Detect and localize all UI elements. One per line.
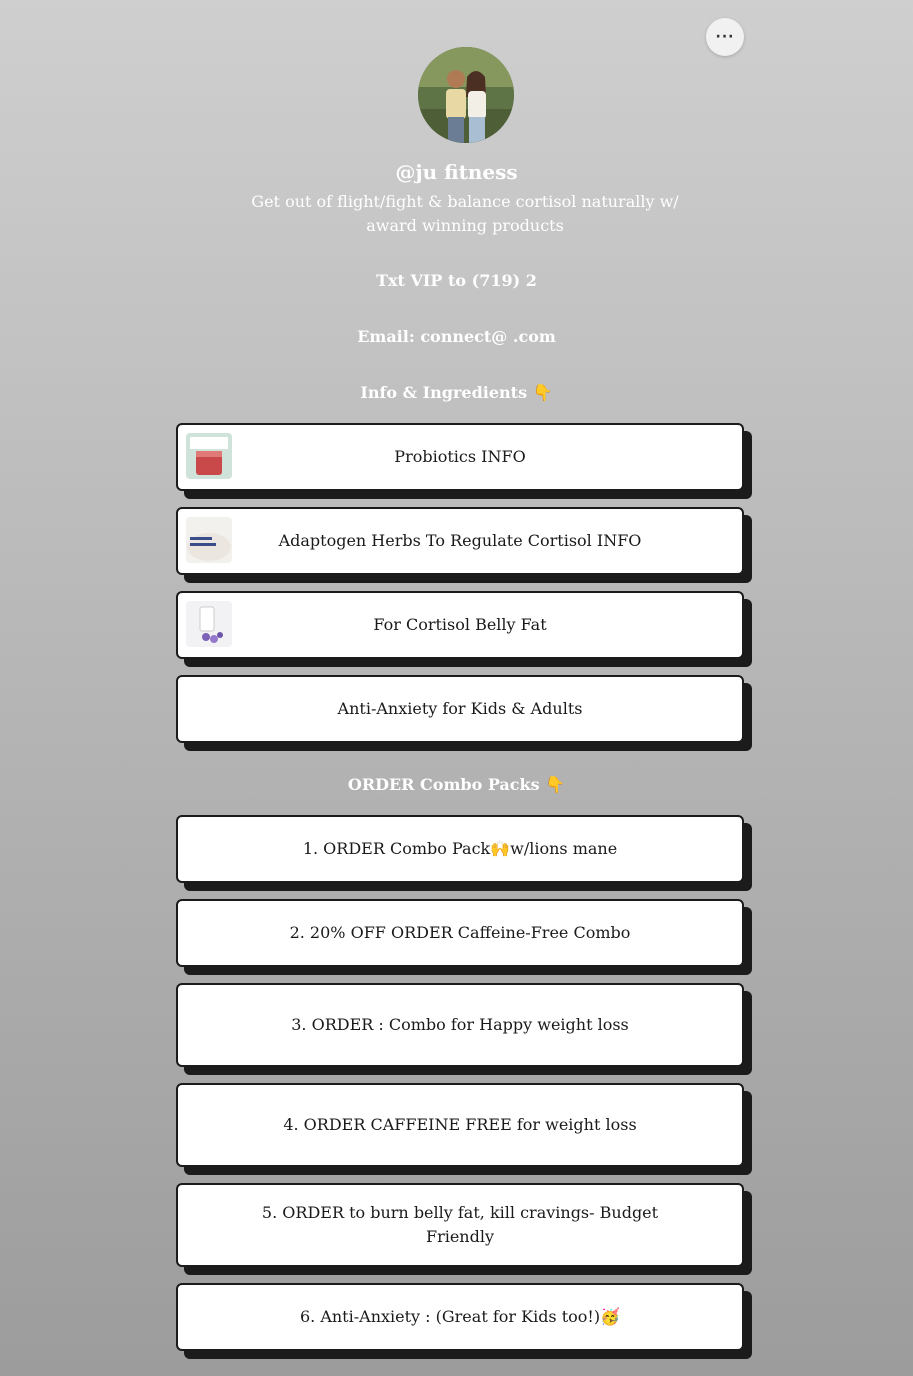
link-probiotics-info[interactable]: Probiotics INFO <box>176 423 744 491</box>
profile-bio: Get out of flight/fight & balance cortis… <box>251 192 679 235</box>
link-order-weight-loss-combo[interactable]: 3. ORDER : Combo for Happy weight loss <box>176 983 744 1067</box>
link-label: Adaptogen Herbs To Regulate Cortisol INF… <box>278 531 642 550</box>
supplement-bottle-thumbnail <box>186 601 232 647</box>
txt-vip-text: Txt VIP to (719) 2 <box>376 271 537 290</box>
link-anti-anxiety-info[interactable]: Anti-Anxiety for Kids & Adults <box>176 675 744 743</box>
link-order-caffeine-free-weight-loss[interactable]: 4. ORDER CAFFEINE FREE for weight loss <box>176 1083 744 1167</box>
more-options-button[interactable]: ··· <box>706 18 744 56</box>
link-cortisol-belly-fat[interactable]: For Cortisol Belly Fat <box>176 591 744 659</box>
order-section-header: ORDER Combo Packs 👇 <box>347 775 566 794</box>
mood-support-thumbnail <box>186 517 232 563</box>
link-anti-anxiety-order[interactable]: 6. Anti-Anxiety : (Great for Kids too!)🥳 <box>176 1283 744 1351</box>
avatar <box>418 47 514 143</box>
link-order-caffeine-free-combo[interactable]: 2. 20% OFF ORDER Caffeine-Free Combo <box>176 899 744 967</box>
link-label: For Cortisol Belly Fat <box>373 615 547 634</box>
probiotic-drink-thumbnail <box>186 433 232 479</box>
profile-photo-icon <box>418 47 514 143</box>
link-label: Probiotics INFO <box>394 447 526 466</box>
link-label: 3. ORDER : Combo for Happy weight loss <box>291 1015 629 1034</box>
link-label: 4. ORDER CAFFEINE FREE for weight loss <box>283 1115 637 1134</box>
info-section-header: Info & Ingredients 👇 <box>360 383 553 402</box>
link-label: 1. ORDER Combo Pack🙌w/lions mane <box>302 839 618 858</box>
link-adaptogen-herbs-info[interactable]: Adaptogen Herbs To Regulate Cortisol INF… <box>176 507 744 575</box>
link-label: 6. Anti-Anxiety : (Great for Kids too!)🥳 <box>299 1307 621 1326</box>
link-label: 5. ORDER to burn belly fat, kill craving… <box>261 1203 659 1246</box>
link-label: 2. 20% OFF ORDER Caffeine-Free Combo <box>289 923 631 942</box>
more-options-icon: ··· <box>715 29 735 45</box>
link-order-belly-fat[interactable]: 5. ORDER to burn belly fat, kill craving… <box>176 1183 744 1267</box>
email-text: Email: connect@ .com <box>357 327 556 346</box>
profile-handle: @ju fitness <box>395 160 518 184</box>
link-order-combo-pack[interactable]: 1. ORDER Combo Pack🙌w/lions mane <box>176 815 744 883</box>
link-label: Anti-Anxiety for Kids & Adults <box>337 699 583 718</box>
